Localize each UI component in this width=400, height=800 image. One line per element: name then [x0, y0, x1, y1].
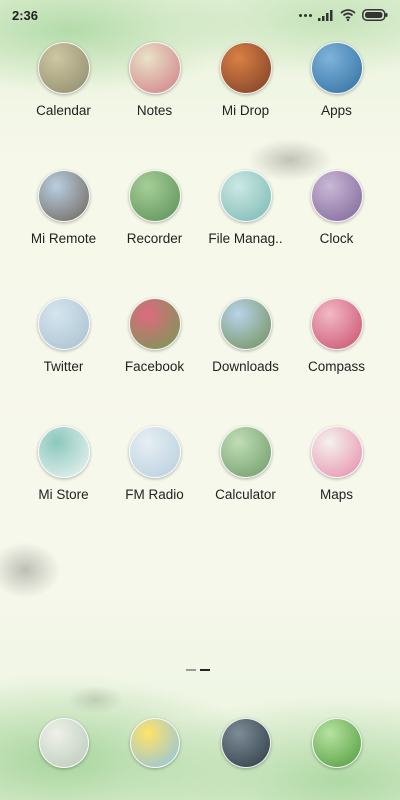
app-label: File Manag..: [208, 231, 283, 246]
compass-icon: [310, 298, 363, 350]
app-label: Calendar: [36, 103, 91, 118]
calculator-icon: [219, 426, 272, 478]
app-recorder[interactable]: Recorder: [109, 170, 200, 246]
app-label: Maps: [319, 487, 353, 502]
file-manager-icon: [219, 170, 272, 222]
app-label: Notes: [136, 103, 173, 118]
app-label: Mi Store: [38, 487, 89, 502]
app-file-manag[interactable]: File Manag..: [200, 170, 291, 246]
dock-item-3[interactable]: [200, 718, 291, 768]
status-bar: 2:36: [0, 0, 400, 30]
fm-radio-icon: [128, 426, 181, 478]
app-grid: Calendar Notes Mi Drop Apps Mi Remote Recorde…: [0, 42, 400, 502]
apps-icon: [310, 42, 363, 94]
app-label: Apps: [321, 103, 352, 118]
mi-remote-icon: [37, 170, 90, 222]
app-label: FM Radio: [125, 487, 184, 502]
app-label: Downloads: [212, 359, 279, 374]
maps-icon: [310, 426, 363, 478]
battery-icon: [362, 9, 388, 21]
dock-browser-icon: [220, 718, 271, 768]
app-compass[interactable]: Compass: [291, 298, 382, 374]
downloads-icon: [219, 298, 272, 350]
status-icons: [299, 9, 388, 21]
dock-item-1[interactable]: [18, 718, 109, 768]
notes-icon: [128, 42, 181, 94]
dock-phone-icon: [38, 718, 89, 768]
status-time: 2:36: [12, 7, 39, 23]
app-fm-radio[interactable]: FM Radio: [109, 426, 200, 502]
mi-store-icon: [37, 426, 90, 478]
app-label: Mi Remote: [30, 231, 97, 246]
app-maps[interactable]: Maps: [291, 426, 382, 502]
calendar-icon: [37, 42, 90, 94]
app-calculator[interactable]: Calculator: [200, 426, 291, 502]
dock-messages-icon: [129, 718, 180, 768]
cellular-signal-icon: [318, 9, 333, 21]
page-dot-1[interactable]: [186, 669, 196, 671]
app-mi-store[interactable]: Mi Store: [18, 426, 109, 502]
app-mi-drop[interactable]: Mi Drop: [200, 42, 291, 118]
app-calendar[interactable]: Calendar: [18, 42, 109, 118]
app-label: Facebook: [124, 359, 185, 374]
page-indicator[interactable]: [186, 669, 210, 671]
app-label: Clock: [319, 231, 354, 246]
app-label: Calculator: [215, 487, 276, 502]
dock-item-2[interactable]: [109, 718, 200, 768]
recorder-icon: [128, 170, 181, 222]
mi-drop-icon: [219, 42, 272, 94]
dock: [0, 718, 400, 768]
app-facebook[interactable]: Facebook: [109, 298, 200, 374]
clock-icon: [310, 170, 363, 222]
app-label: Recorder: [126, 231, 183, 246]
app-downloads[interactable]: Downloads: [200, 298, 291, 374]
app-mi-remote[interactable]: Mi Remote: [18, 170, 109, 246]
page-dot-2-active[interactable]: [200, 669, 210, 671]
app-clock[interactable]: Clock: [291, 170, 382, 246]
app-apps[interactable]: Apps: [291, 42, 382, 118]
app-label: Mi Drop: [221, 103, 270, 118]
dock-item-4[interactable]: [291, 718, 382, 768]
facebook-icon: [128, 298, 181, 350]
app-label: Compass: [307, 359, 366, 374]
wifi-icon: [340, 9, 356, 21]
app-notes[interactable]: Notes: [109, 42, 200, 118]
app-label: Twitter: [43, 359, 84, 374]
dock-camera-icon: [311, 718, 362, 768]
twitter-icon: [37, 298, 90, 350]
signal-dots-icon: [299, 13, 312, 17]
app-twitter[interactable]: Twitter: [18, 298, 109, 374]
